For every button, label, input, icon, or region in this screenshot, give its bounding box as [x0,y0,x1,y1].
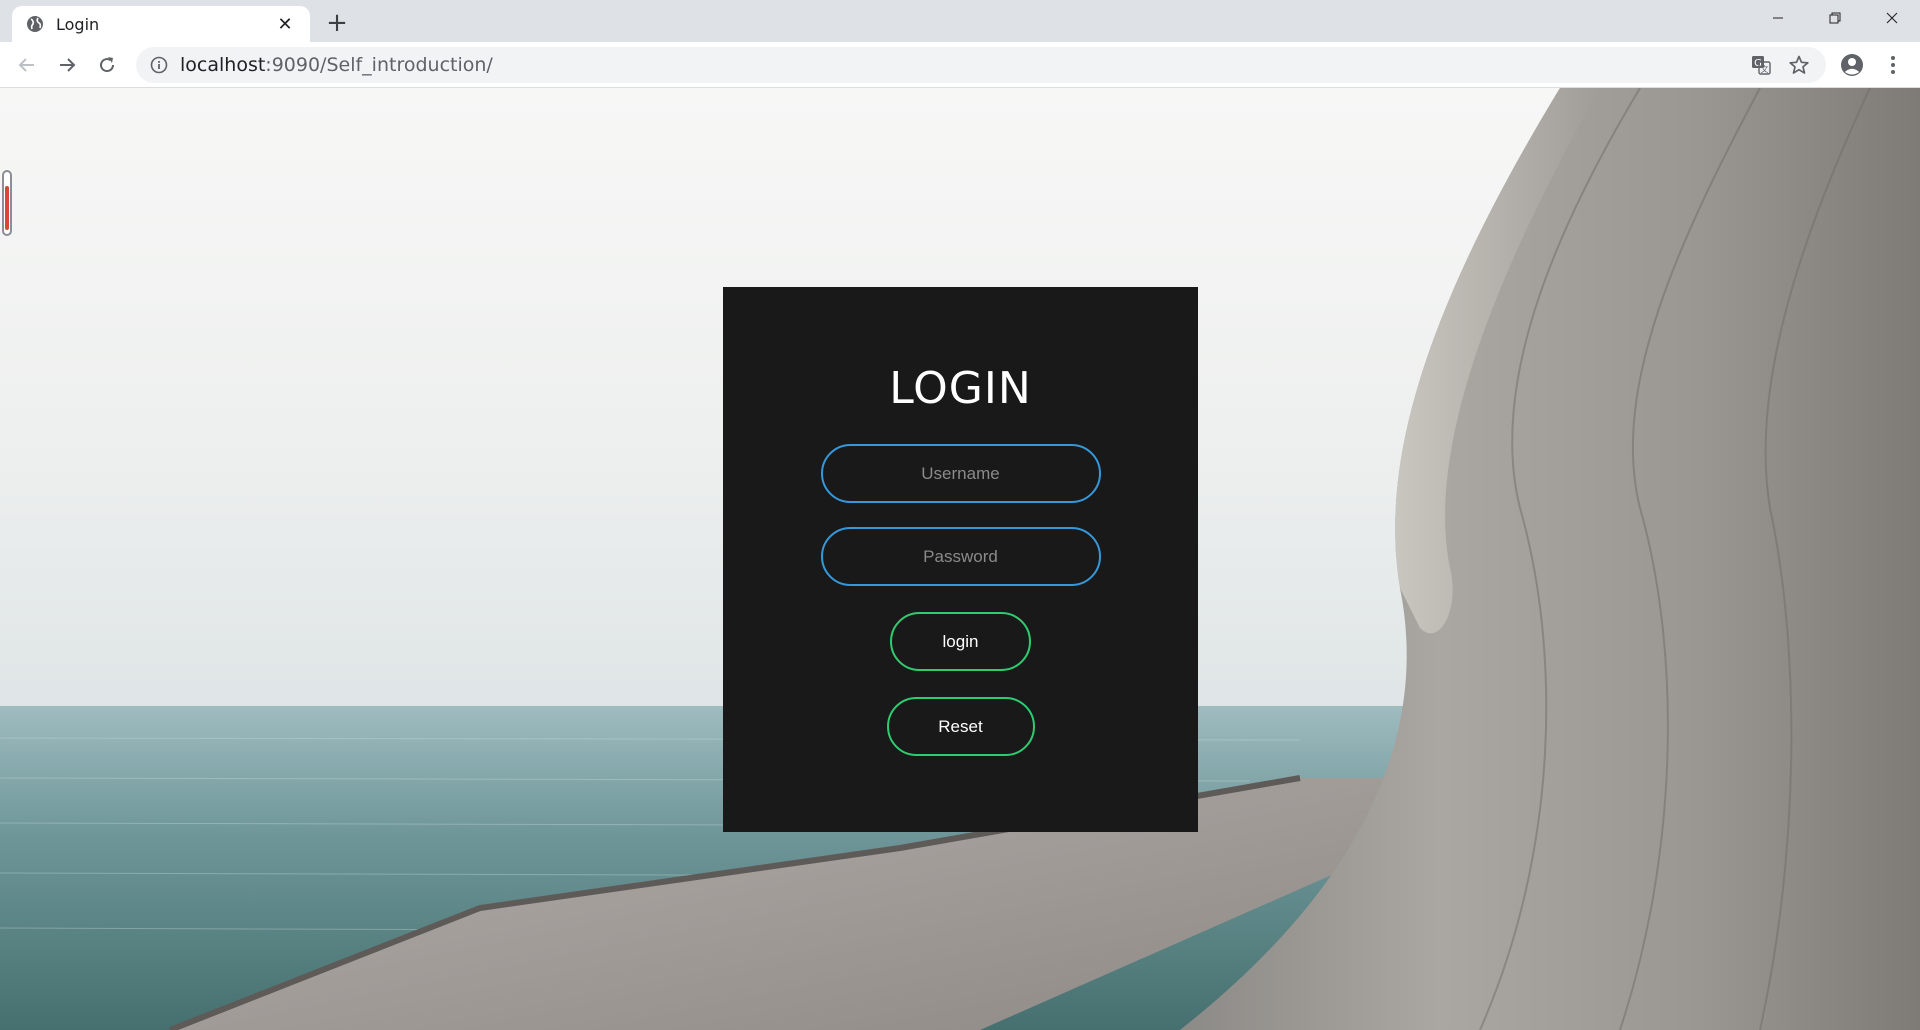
forward-arrow-icon[interactable] [52,50,82,80]
restore-icon[interactable] [1806,0,1863,36]
omnibox-actions: G 文 [1740,47,1816,83]
reset-button[interactable]: Reset [886,697,1035,756]
kebab-menu-icon[interactable] [1878,50,1908,80]
svg-text:文: 文 [1761,64,1769,74]
login-button[interactable]: login [890,612,1031,671]
page-viewport: LOGIN login Reset [0,88,1920,1030]
star-icon[interactable] [1782,48,1816,82]
translate-icon[interactable]: G 文 [1744,48,1778,82]
url-path: :9090/Self_introduction/ [265,54,493,76]
login-title: LOGIN [889,363,1032,414]
close-window-icon[interactable] [1863,0,1920,36]
info-icon[interactable] [150,56,168,74]
profile-icon[interactable] [1836,50,1868,80]
password-input[interactable] [820,527,1101,586]
minimize-icon[interactable] [1749,0,1806,36]
url-host: localhost [180,54,266,76]
reload-icon[interactable] [92,50,122,80]
address-bar[interactable]: localhost:9090/Self_introduction/ G 文 [136,47,1826,83]
login-card: LOGIN login Reset [723,287,1198,832]
tab-title: Login [56,14,100,34]
globe-icon [27,16,43,32]
close-tab-icon[interactable]: ✕ [274,13,296,35]
browser-tab[interactable]: Login ✕ [12,6,310,42]
browser-toolbar: localhost:9090/Self_introduction/ G 文 [0,42,1920,88]
username-input[interactable] [820,444,1101,503]
url-text[interactable]: localhost:9090/Self_introduction/ [180,54,493,76]
side-extension-handle[interactable] [2,170,12,236]
window-controls [1749,0,1920,36]
back-arrow-icon[interactable] [12,50,42,80]
tab-strip: Login ✕ + [0,0,1920,42]
new-tab-button[interactable]: + [322,8,352,38]
